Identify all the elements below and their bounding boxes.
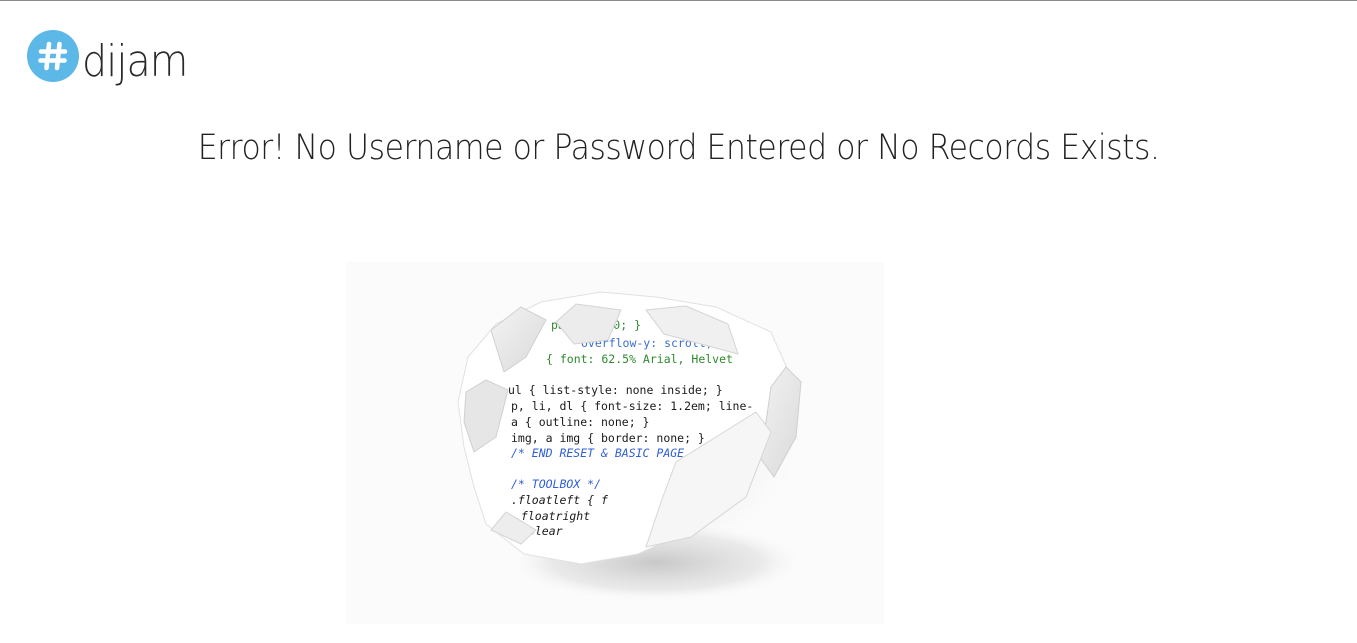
code-line: .floatleft { f: [511, 493, 608, 507]
code-line: .floatright: [514, 509, 590, 523]
code-line: a { outline: none; }: [511, 415, 649, 429]
code-line: img, a img { border: none; }: [511, 431, 705, 445]
code-line: /* TOOLBOX */: [511, 477, 601, 491]
code-line: /* END RESET & BASIC PAGE: [511, 446, 684, 460]
code-line: { font: 62.5% Arial, Helvet: [546, 352, 733, 366]
code-line: ul { list-style: none inside; }: [508, 383, 723, 397]
torn-paper-illustration: padding: 0; } overflow-y: scroll; } { fo…: [346, 262, 884, 624]
hash-icon: [27, 30, 79, 82]
top-border: [0, 0, 1357, 1]
code-line: p, li, dl { font-size: 1.2em; line-: [511, 399, 753, 413]
site-logo[interactable]: dijam: [27, 30, 199, 92]
logo-wordmark: dijam: [82, 36, 188, 87]
error-message: Error! No Username or Password Entered o…: [197, 128, 1160, 168]
